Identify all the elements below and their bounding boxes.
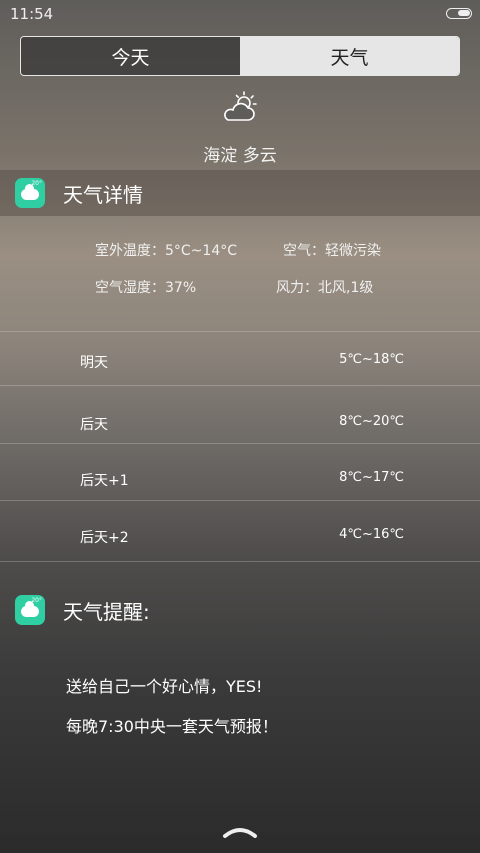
weather-app-icon: 20° [15, 178, 45, 208]
location-condition: 海淀 多云 [203, 146, 277, 166]
divider [0, 500, 480, 501]
tab-bar: 今天 天气 [20, 36, 460, 76]
air-quality: 空气：轻微污染 [283, 243, 381, 259]
forecast-row: 后天+1 8℃~17℃ [0, 450, 480, 506]
pull-up-handle-icon[interactable] [222, 826, 258, 838]
divider [0, 385, 480, 386]
forecast-temp: 8℃~17℃ [339, 470, 404, 485]
reminder-header: 20° 天气提醒: [0, 587, 480, 633]
reminder-title: 天气提醒: [63, 599, 150, 624]
details-title: 天气详情 [63, 182, 143, 207]
weather-app-icon: 20° [15, 595, 45, 625]
tab-today[interactable]: 今天 [21, 37, 240, 75]
divider [0, 443, 480, 444]
reminder-line: 送给自己一个好心情，YES! [66, 677, 263, 696]
status-bar: 11:54 [0, 0, 480, 28]
forecast-day: 后天+2 [80, 530, 129, 546]
forecast-temp: 4℃~16℃ [339, 527, 404, 542]
forecast-day: 后天 [80, 417, 108, 433]
partly-cloudy-icon [224, 91, 257, 121]
reminder-line: 每晚7:30中央一套天气预报！ [66, 717, 278, 736]
details-header: 20° 天气详情 [0, 170, 480, 216]
wind-force: 风力：北风,1级 [276, 280, 374, 296]
forecast-row: 后天+2 4℃~16℃ [0, 507, 480, 563]
forecast-day: 后天+1 [80, 473, 129, 489]
status-time: 11:54 [10, 5, 54, 23]
forecast-row: 明天 5℃~18℃ [0, 332, 480, 388]
tab-weather[interactable]: 天气 [240, 37, 459, 75]
outdoor-temperature: 室外温度：5°C~14°C [95, 243, 238, 259]
battery-icon [446, 8, 472, 19]
divider [0, 561, 480, 562]
forecast-row: 后天 8℃~20℃ [0, 394, 480, 450]
forecast-day: 明天 [80, 355, 108, 371]
forecast-temp: 8℃~20℃ [339, 414, 404, 429]
air-humidity: 空气湿度：37% [95, 280, 197, 296]
forecast-temp: 5℃~18℃ [339, 352, 404, 367]
